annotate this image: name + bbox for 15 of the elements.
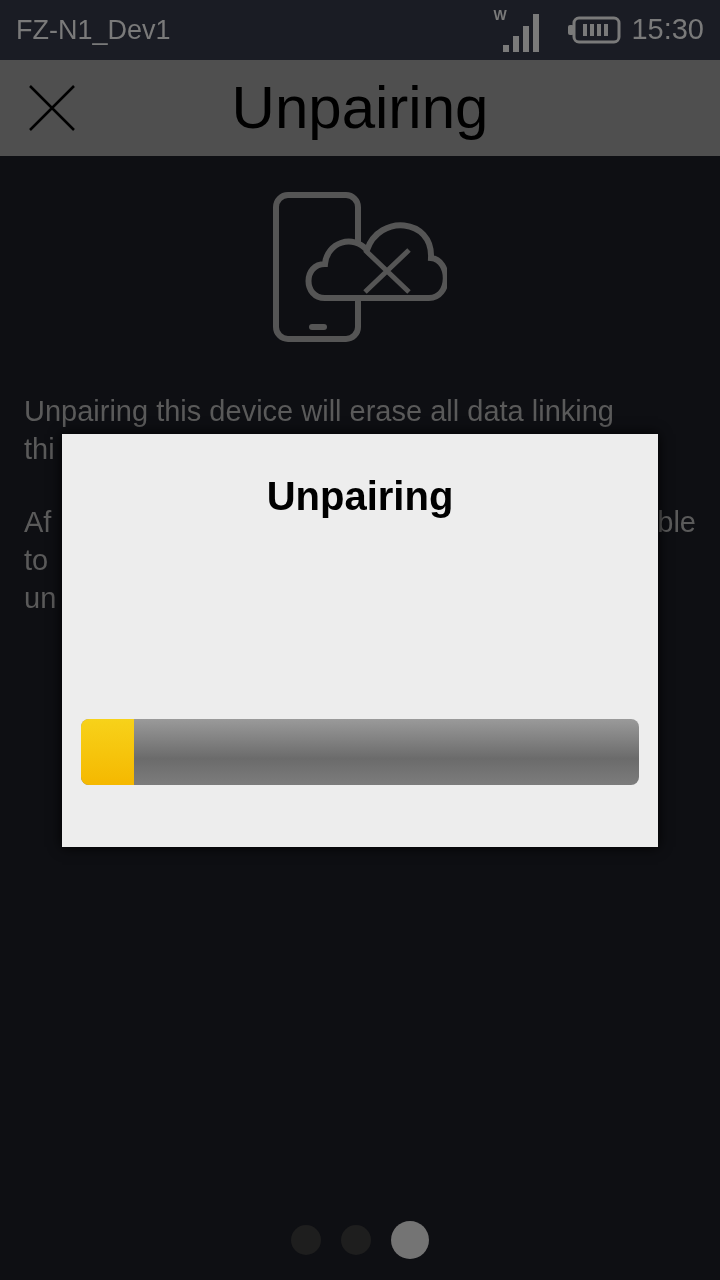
close-button[interactable] [28,84,76,132]
dialog-title: Unpairing [266,476,454,516]
close-icon [28,84,76,132]
description-text: un [24,581,57,616]
phone-cloud-unlink-icon [273,192,447,342]
clock-time: 15:30 [631,12,704,48]
carrier-name: FZ-N1_Dev1 [16,13,171,47]
description-text: Unpairing this device will erase all data linking [24,394,614,429]
description-text: Af [24,505,52,540]
description-text: ble [657,505,696,540]
battery-icon [567,16,622,44]
screen-title: Unpairing [231,78,489,138]
network-type: W [493,8,507,22]
description-text: to [24,543,49,578]
description-text: thi [24,432,55,467]
